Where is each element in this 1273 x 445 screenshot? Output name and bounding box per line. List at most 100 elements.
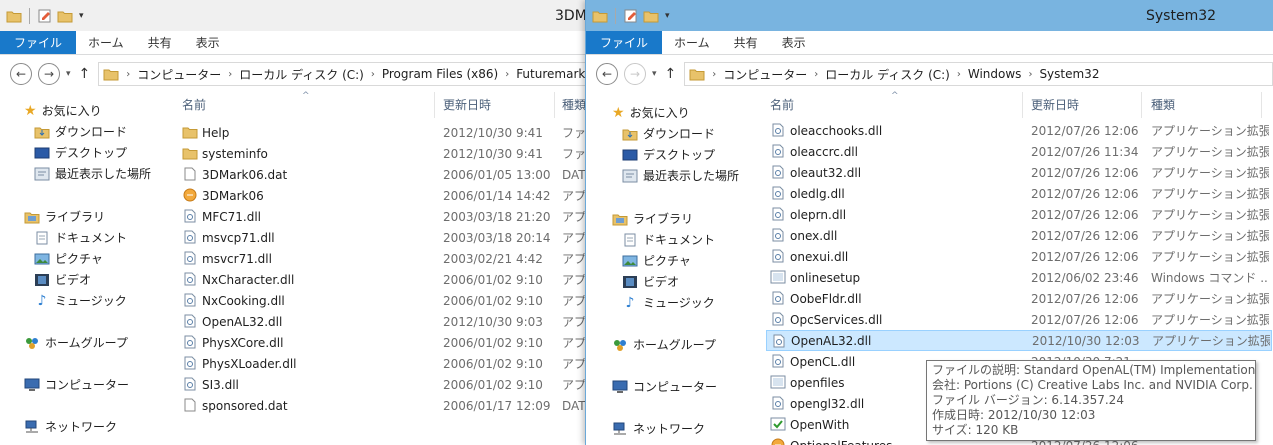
breadcrumb-separator-icon[interactable]: › xyxy=(712,69,716,80)
file-row[interactable]: oleaccrc.dll 2012/07/26 11:34 アプリケーション拡張 xyxy=(766,141,1272,162)
file-row[interactable]: PhysXLoader.dll2006/01/02 9:10アプリ xyxy=(178,353,590,374)
nav-item-recent-places[interactable]: 最近表示した場所 xyxy=(622,167,739,184)
breadcrumb-local-disk[interactable]: ローカル ディスク (C:) xyxy=(825,66,950,83)
file-row[interactable]: oleprn.dll 2012/07/26 12:06 アプリケーション拡張 xyxy=(766,204,1272,225)
tab-view[interactable]: 表示 xyxy=(770,31,818,54)
nav-item-desktop[interactable]: デスクトップ xyxy=(34,144,127,161)
tab-file[interactable]: ファイル xyxy=(586,31,663,54)
nav-item-network[interactable]: ネットワーク xyxy=(24,418,117,435)
nav-item-homegroup[interactable]: ホームグループ xyxy=(612,336,716,353)
breadcrumb-system32[interactable]: System32 xyxy=(1039,67,1099,81)
breadcrumb-windows[interactable]: Windows xyxy=(968,67,1022,81)
customize-toolbar-dropdown-icon[interactable]: ▾ xyxy=(665,11,670,21)
file-row[interactable]: NxCooking.dll2006/01/02 9:10アプリ xyxy=(178,290,590,311)
file-row[interactable]: oledlg.dll 2012/07/26 12:06 アプリケーション拡張 xyxy=(766,183,1272,204)
file-row[interactable]: sponsored.dat 2006/01/17 12:09 DAT xyxy=(178,395,590,416)
file-row[interactable]: OpenAL32.dll 2012/10/30 12:03 アプリケーション拡張 xyxy=(766,330,1272,351)
breadcrumb[interactable]: › コンピューター › ローカル ディスク (C:) › Program Fil… xyxy=(98,62,590,86)
folder-icon[interactable] xyxy=(6,9,22,23)
nav-item-documents[interactable]: ドキュメント xyxy=(622,231,715,248)
breadcrumb-separator-icon[interactable]: › xyxy=(814,69,818,80)
file-row[interactable]: MFC71.dll2003/03/18 21:20アプリ xyxy=(178,206,590,227)
up-button[interactable]: ↑ xyxy=(665,66,677,82)
nav-item-music[interactable]: ♪ ミュージック xyxy=(34,292,127,309)
nav-item-desktop[interactable]: デスクトップ xyxy=(622,146,715,163)
column-header-date[interactable]: 更新日時 xyxy=(1031,96,1079,113)
nav-item-homegroup[interactable]: ホームグループ xyxy=(24,334,128,351)
breadcrumb-separator-icon[interactable]: › xyxy=(505,69,509,80)
file-row[interactable]: OobeFldr.dll 2012/07/26 12:06 アプリケーション拡張 xyxy=(766,288,1272,309)
breadcrumb-separator-icon[interactable]: › xyxy=(957,69,961,80)
breadcrumb-separator-icon[interactable]: › xyxy=(371,69,375,80)
file-row[interactable]: oleaut32.dll 2012/07/26 12:06 アプリケーション拡張 xyxy=(766,162,1272,183)
breadcrumb-futuremark[interactable]: Futuremark xyxy=(516,67,585,81)
recent-locations-dropdown-icon[interactable]: ▾ xyxy=(652,69,657,79)
file-row[interactable]: onexui.dll 2012/07/26 12:06 アプリケーション拡張 xyxy=(766,246,1272,267)
up-button[interactable]: ↑ xyxy=(79,66,91,82)
breadcrumb-local-disk[interactable]: ローカル ディスク (C:) xyxy=(239,66,364,83)
nav-item-music[interactable]: ♪ ミュージック xyxy=(622,294,715,311)
nav-item-pictures[interactable]: ピクチャ xyxy=(34,250,103,267)
column-divider[interactable] xyxy=(434,92,435,118)
tab-view[interactable]: 表示 xyxy=(184,31,232,54)
tab-home[interactable]: ホーム xyxy=(662,31,722,54)
file-row[interactable]: systeminfo2012/10/30 9:41ファイ xyxy=(178,143,590,164)
file-row[interactable]: onlinesetup 2012/06/02 23:46 Windows コマンド … xyxy=(766,267,1272,288)
file-row[interactable]: Help2012/10/30 9:41ファイ xyxy=(178,122,590,143)
tab-share[interactable]: 共有 xyxy=(722,31,770,54)
new-folder-icon[interactable] xyxy=(57,9,73,23)
file-row[interactable]: OpenAL32.dll2012/10/30 9:03アプリ xyxy=(178,311,590,332)
back-button[interactable]: ← xyxy=(596,63,618,85)
tab-share[interactable]: 共有 xyxy=(136,31,184,54)
nav-item-videos[interactable]: ビデオ xyxy=(622,273,679,290)
file-row[interactable]: oleacchooks.dll 2012/07/26 12:06 アプリケーション拡… xyxy=(766,120,1272,141)
properties-icon[interactable] xyxy=(37,9,53,23)
file-row[interactable]: OpcServices.dll 2012/07/26 12:06 アプリケーション拡… xyxy=(766,309,1272,330)
file-row[interactable]: PhysXCore.dll2006/01/02 9:10アプリ xyxy=(178,332,590,353)
nav-item-documents[interactable]: ドキュメント xyxy=(34,229,127,246)
column-divider[interactable] xyxy=(1141,92,1142,118)
properties-icon[interactable] xyxy=(623,9,639,23)
folder-icon[interactable] xyxy=(592,9,608,23)
file-row[interactable]: NxCharacter.dll2006/01/02 9:10アプリ xyxy=(178,269,590,290)
column-header-date[interactable]: 更新日時 xyxy=(443,96,491,113)
title-bar[interactable]: ▾ System32 xyxy=(586,0,1273,31)
nav-item-pictures[interactable]: ピクチャ xyxy=(622,252,691,269)
breadcrumb-computer[interactable]: コンピューター xyxy=(137,66,221,83)
nav-item-libraries[interactable]: ライブラリ xyxy=(612,210,693,227)
nav-item-recent-places[interactable]: 最近表示した場所 xyxy=(34,165,151,182)
nav-item-downloads[interactable]: ダウンロード xyxy=(622,125,715,142)
title-bar[interactable]: ▾ 3DM xyxy=(0,0,590,31)
breadcrumb-separator-icon[interactable]: › xyxy=(228,69,232,80)
customize-toolbar-dropdown-icon[interactable]: ▾ xyxy=(79,11,84,21)
column-header-name[interactable]: 名前 xyxy=(182,96,206,113)
nav-item-videos[interactable]: ビデオ xyxy=(34,271,91,288)
new-folder-icon[interactable] xyxy=(643,9,659,23)
breadcrumb-program-files[interactable]: Program Files (x86) xyxy=(382,67,498,81)
nav-item-downloads[interactable]: ダウンロード xyxy=(34,123,127,140)
breadcrumb-separator-icon[interactable]: › xyxy=(126,69,130,80)
nav-item-computer[interactable]: コンピューター xyxy=(5,372,167,395)
column-header-type[interactable]: 種類 xyxy=(562,96,586,113)
tab-file[interactable]: ファイル xyxy=(0,31,77,54)
file-row[interactable]: 3DMark062006/01/14 14:42アプリ xyxy=(178,185,590,206)
tab-home[interactable]: ホーム xyxy=(76,31,136,54)
forward-button[interactable]: → xyxy=(624,63,646,85)
breadcrumb-computer[interactable]: コンピューター xyxy=(723,66,807,83)
nav-item-libraries[interactable]: ライブラリ xyxy=(24,208,105,225)
file-row[interactable]: 3DMark06.dat 2006/01/05 13:00 DAT xyxy=(178,164,590,185)
breadcrumb[interactable]: › コンピューター › ローカル ディスク (C:) › Windows › S… xyxy=(684,62,1273,86)
forward-button[interactable]: → xyxy=(38,63,60,85)
column-divider[interactable] xyxy=(1022,92,1023,118)
nav-item-network[interactable]: ネットワーク xyxy=(612,420,705,437)
breadcrumb-separator-icon[interactable]: › xyxy=(1028,69,1032,80)
column-divider[interactable] xyxy=(554,92,555,118)
nav-item-favorites[interactable]: ★ お気に入り xyxy=(24,102,102,119)
file-row[interactable]: SI3.dll2006/01/02 9:10アプリ xyxy=(178,374,590,395)
nav-item-computer[interactable]: コンピューター xyxy=(593,374,755,397)
column-header-name[interactable]: 名前 xyxy=(770,96,794,113)
file-row[interactable]: msvcp71.dll2003/03/18 20:14アプリ xyxy=(178,227,590,248)
file-row[interactable]: msvcr71.dll2003/02/21 4:42アプリ xyxy=(178,248,590,269)
column-divider[interactable] xyxy=(1261,92,1262,118)
nav-item-favorites[interactable]: ★ お気に入り xyxy=(612,104,690,121)
